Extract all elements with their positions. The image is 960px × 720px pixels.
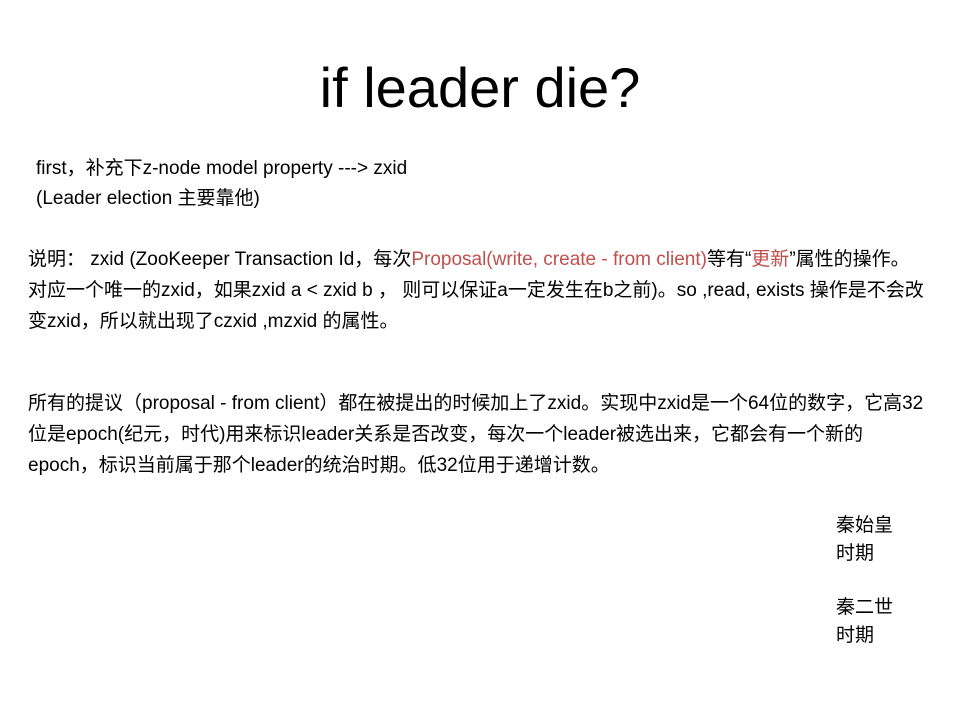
side-note-1-line-2: 时期 bbox=[836, 543, 875, 564]
side-note-2-line-2: 时期 bbox=[836, 625, 875, 646]
intro-line-1: first，补充下z-node model property ---> zxid bbox=[36, 158, 408, 179]
explanation-prefix: 说明： zxid (ZooKeeper Transaction Id，每次 bbox=[28, 249, 412, 270]
side-note-qin-er-shi: 秦二世 时期 bbox=[836, 594, 893, 650]
side-note-2-line-1: 秦二世 bbox=[836, 597, 894, 618]
side-note-qin-shi-huang: 秦始皇 时期 bbox=[836, 512, 893, 568]
intro-block: first，补充下z-node model property ---> zxid… bbox=[36, 154, 407, 214]
side-note-1-line-1: 秦始皇 bbox=[836, 515, 894, 536]
explanation-paragraph: 说明： zxid (ZooKeeper Transaction Id，每次Pro… bbox=[28, 244, 928, 337]
proposal-highlight: Proposal(write, create - from client) bbox=[411, 249, 707, 270]
intro-line-2: (Leader election 主要靠他) bbox=[36, 188, 260, 209]
slide-title: if leader die? bbox=[319, 56, 641, 119]
update-highlight: 更新 bbox=[751, 249, 790, 270]
proposal-paragraph: 所有的提议（proposal - from client）都在被提出的时候加上了… bbox=[28, 393, 924, 476]
explanation-mid: 等有“ bbox=[706, 249, 752, 270]
